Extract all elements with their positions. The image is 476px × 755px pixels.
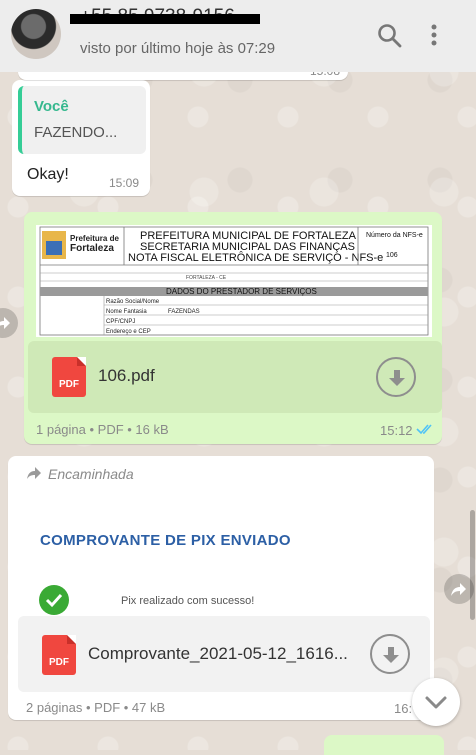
chat-header: +55 85 9738-9156 visto por último hoje à… — [0, 0, 476, 72]
read-ticks-icon — [416, 424, 432, 435]
nfse-fantasia: FAZENDAS — [168, 309, 200, 315]
message-bubble-next[interactable] — [324, 735, 444, 755]
nfse-preview-image: Prefeitura de Fortaleza PREFEITURA MUNIC… — [39, 226, 429, 336]
forward-arrow-icon — [0, 317, 10, 329]
document-file-row[interactable]: PDF Comprovante_2021-05-12_1616... — [18, 616, 430, 692]
org-line1: Prefeitura de — [70, 234, 119, 243]
file-meta: 1 página • PDF • 16 kB — [36, 422, 169, 437]
download-button[interactable] — [376, 357, 416, 397]
message-time: 15:09 — [109, 176, 140, 190]
nfse-section: DADOS DO PRESTADOR DE SERVIÇOS — [166, 287, 317, 296]
download-arrow-icon — [383, 647, 399, 663]
file-meta: 2 páginas • PDF • 47 kB — [26, 700, 166, 715]
forwarded-label: Encaminhada — [48, 466, 134, 482]
message-time: 16: — [394, 701, 413, 716]
quoted-author: Você — [34, 98, 69, 115]
pdf-file-icon: PDF — [52, 357, 86, 397]
forward-button[interactable] — [0, 308, 18, 338]
nfse-number-value: 106 — [386, 252, 398, 259]
nfse-row-label: CPF/CNPJ — [106, 319, 135, 325]
nfse-city: FORTALEZA - CE — [186, 275, 227, 281]
quoted-text: FAZENDO... — [34, 124, 118, 141]
search-icon[interactable] — [376, 22, 404, 50]
last-seen-status: visto por último hoje às 07:29 — [80, 40, 276, 57]
scroll-to-bottom-button[interactable] — [412, 678, 460, 726]
message-text: Okay! — [27, 166, 69, 183]
document-preview-pix[interactable]: COMPROVANTE DE PIX ENVIADO Pix realizado… — [24, 498, 428, 620]
document-file-row[interactable]: PDF 106.pdf — [28, 341, 442, 413]
pdf-file-icon: PDF — [42, 635, 76, 675]
pix-preview-title: COMPROVANTE DE PIX ENVIADO — [40, 532, 291, 549]
message-bubble-reply[interactable]: Você FAZENDO... Okay! 15:09 — [12, 80, 150, 196]
nfse-row-label: Endereço e CEP — [106, 329, 151, 335]
redaction-bar — [70, 14, 260, 24]
chevron-down-icon — [425, 696, 447, 709]
nfse-title-3: NOTA FISCAL ELETRÔNICA DE SERVIÇO - NFS-… — [128, 251, 383, 264]
forwarded-icon — [27, 467, 41, 479]
org-line2: Fortaleza — [70, 243, 114, 254]
nfse-row-label: Nome Fantasia — [106, 309, 147, 315]
message-time: 15:12 — [380, 423, 413, 438]
nfse-number-label: Número da NFS-e — [366, 232, 423, 239]
pix-preview-subtitle: Pix realizado com sucesso! — [121, 595, 255, 607]
more-vertical-icon[interactable] — [420, 22, 448, 50]
contact-avatar[interactable] — [11, 9, 61, 59]
nfse-row-label: Razão Social/Nome — [106, 299, 160, 305]
file-name: Comprovante_2021-05-12_1616... — [88, 644, 348, 663]
document-preview-nfse[interactable]: Prefeitura de Fortaleza PREFEITURA MUNIC… — [36, 225, 432, 337]
check-circle-icon — [39, 585, 69, 615]
chat-scrollbar[interactable] — [470, 510, 475, 620]
quoted-message[interactable]: Você FAZENDO... — [18, 86, 146, 154]
download-arrow-icon — [389, 370, 405, 386]
download-button[interactable] — [370, 634, 410, 674]
file-name: 106.pdf — [98, 366, 155, 385]
